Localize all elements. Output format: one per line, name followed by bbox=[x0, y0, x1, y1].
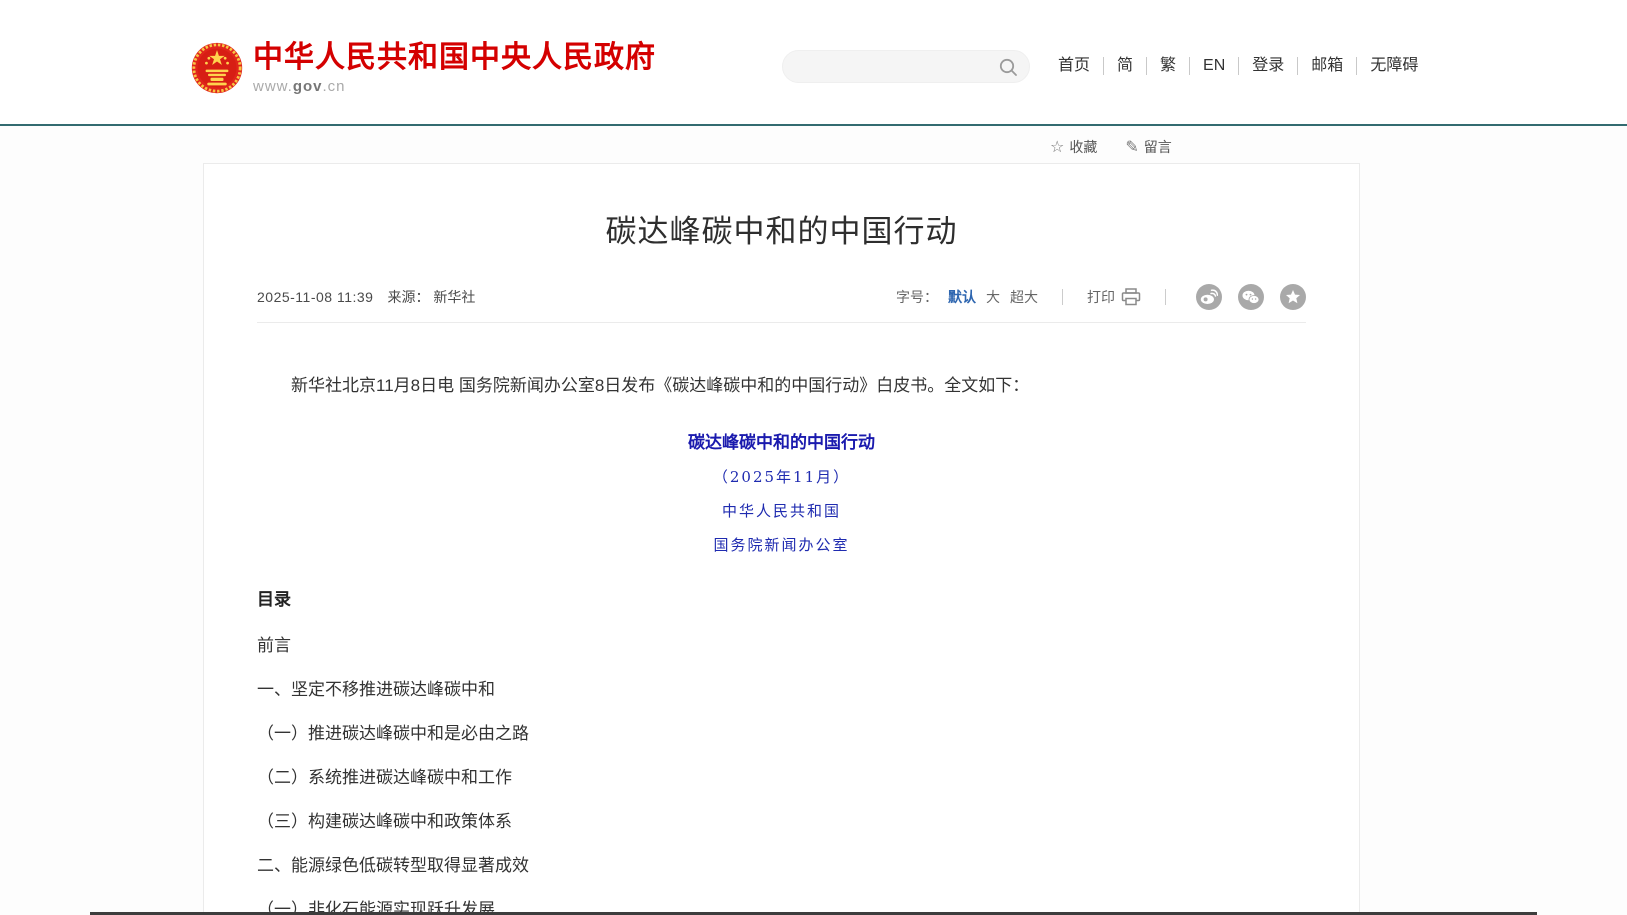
top-nav-item[interactable]: 简 bbox=[1104, 57, 1147, 75]
meta-divider bbox=[1165, 289, 1166, 305]
article-card: 碳达峰碳中和的中国行动 2025-11-08 11:39 来源： 新华社 字号：… bbox=[203, 163, 1360, 915]
article-meta-right: 字号： 默认 大 超大 打印 bbox=[896, 284, 1306, 310]
site-url: www.gov.cn bbox=[253, 78, 656, 95]
toc-item: （三）构建碳达峰碳中和政策体系 bbox=[257, 813, 1306, 830]
doc-author-line2: 国务院新闻办公室 bbox=[257, 534, 1306, 555]
print-button[interactable]: 打印 bbox=[1087, 287, 1141, 307]
comment-button[interactable]: ✎ 留言 bbox=[1125, 137, 1171, 157]
toc-list: 前言一、坚定不移推进碳达峰碳中和 （一）推进碳达峰碳中和是必由之路 （二）系统推进碳… bbox=[257, 637, 1306, 915]
font-size-default-button[interactable]: 默认 bbox=[948, 287, 976, 307]
doc-author-line1: 中华人民共和国 bbox=[257, 500, 1306, 521]
toc-item: 二、能源绿色低碳转型取得显著成效 bbox=[257, 857, 1306, 874]
lead-paragraph: 新华社北京11月8日电 国务院新闻办公室8日发布《碳达峰碳中和的中国行动》白皮书… bbox=[257, 371, 1306, 401]
toc-item: 前言 bbox=[257, 637, 1306, 654]
star-outline-icon: ☆ bbox=[1050, 137, 1064, 157]
search-icon[interactable] bbox=[999, 58, 1018, 77]
doc-date: （2025年11月） bbox=[257, 466, 1306, 487]
toc-item: （二）系统推进碳达峰碳中和工作 bbox=[257, 769, 1306, 786]
favorite-label: 收藏 bbox=[1069, 137, 1097, 157]
top-nav: 首页简繁EN登录邮箱无障碍 bbox=[1045, 57, 1431, 75]
article-meta-left: 2025-11-08 11:39 来源： 新华社 bbox=[257, 287, 475, 307]
article-title: 碳达峰碳中和的中国行动 bbox=[257, 206, 1306, 251]
top-nav-item[interactable]: 繁 bbox=[1147, 57, 1190, 75]
national-emblem-icon bbox=[191, 40, 243, 96]
toc-item: （一）推进碳达峰碳中和是必由之路 bbox=[257, 725, 1306, 742]
top-nav-item[interactable]: 登录 bbox=[1239, 57, 1298, 75]
search-box[interactable] bbox=[782, 50, 1030, 83]
doc-title: 碳达峰碳中和的中国行动 bbox=[257, 428, 1306, 453]
page: 中华人民共和国中央人民政府 www.gov.cn 首页简繁EN登录邮箱无障碍 ☆… bbox=[0, 0, 1627, 915]
meta-rule bbox=[257, 322, 1306, 323]
source: 来源： 新华社 bbox=[387, 287, 475, 307]
search-input[interactable] bbox=[799, 51, 989, 82]
toc-item: 一、坚定不移推进碳达峰碳中和 bbox=[257, 681, 1306, 698]
top-nav-list: 首页简繁EN登录邮箱无障碍 bbox=[1045, 57, 1431, 75]
font-size-label: 字号： bbox=[896, 287, 938, 307]
comment-label: 留言 bbox=[1144, 137, 1172, 157]
wechat-share-icon[interactable] bbox=[1238, 284, 1264, 310]
top-nav-item[interactable]: 无障碍 bbox=[1357, 57, 1431, 75]
article-meta: 2025-11-08 11:39 来源： 新华社 字号： 默认 大 超大 打印 bbox=[257, 284, 1306, 310]
meta-divider bbox=[1062, 289, 1063, 305]
site-title: 中华人民共和国中央人民政府 bbox=[253, 42, 656, 74]
site-header: 中华人民共和国中央人民政府 www.gov.cn 首页简繁EN登录邮箱无障碍 bbox=[0, 0, 1627, 124]
content-area: ☆ 收藏 ✎ 留言 碳达峰碳中和的中国行动 2025-11-08 11:39 来… bbox=[0, 126, 1627, 915]
printer-icon bbox=[1121, 288, 1141, 306]
site-brand[interactable]: 中华人民共和国中央人民政府 www.gov.cn bbox=[191, 40, 656, 96]
top-nav-item[interactable]: 邮箱 bbox=[1298, 57, 1357, 75]
toc-heading: 目录 bbox=[257, 585, 1306, 610]
publish-date: 2025-11-08 11:39 bbox=[257, 289, 373, 305]
favorite-button[interactable]: ☆ 收藏 bbox=[1050, 137, 1097, 157]
pencil-icon: ✎ bbox=[1125, 137, 1138, 157]
article-body: 新华社北京11月8日电 国务院新闻办公室8日发布《碳达峰碳中和的中国行动》白皮书… bbox=[257, 371, 1306, 915]
top-nav-item[interactable]: 首页 bbox=[1045, 57, 1104, 75]
print-label: 打印 bbox=[1087, 287, 1115, 307]
quick-actions: ☆ 收藏 ✎ 留言 bbox=[1050, 137, 1172, 157]
top-nav-item[interactable]: EN bbox=[1190, 57, 1239, 75]
font-size-large-button[interactable]: 大 bbox=[986, 287, 1000, 307]
star-share-icon[interactable] bbox=[1280, 284, 1306, 310]
font-size-xlarge-button[interactable]: 超大 bbox=[1010, 287, 1038, 307]
weibo-share-icon[interactable] bbox=[1196, 284, 1222, 310]
